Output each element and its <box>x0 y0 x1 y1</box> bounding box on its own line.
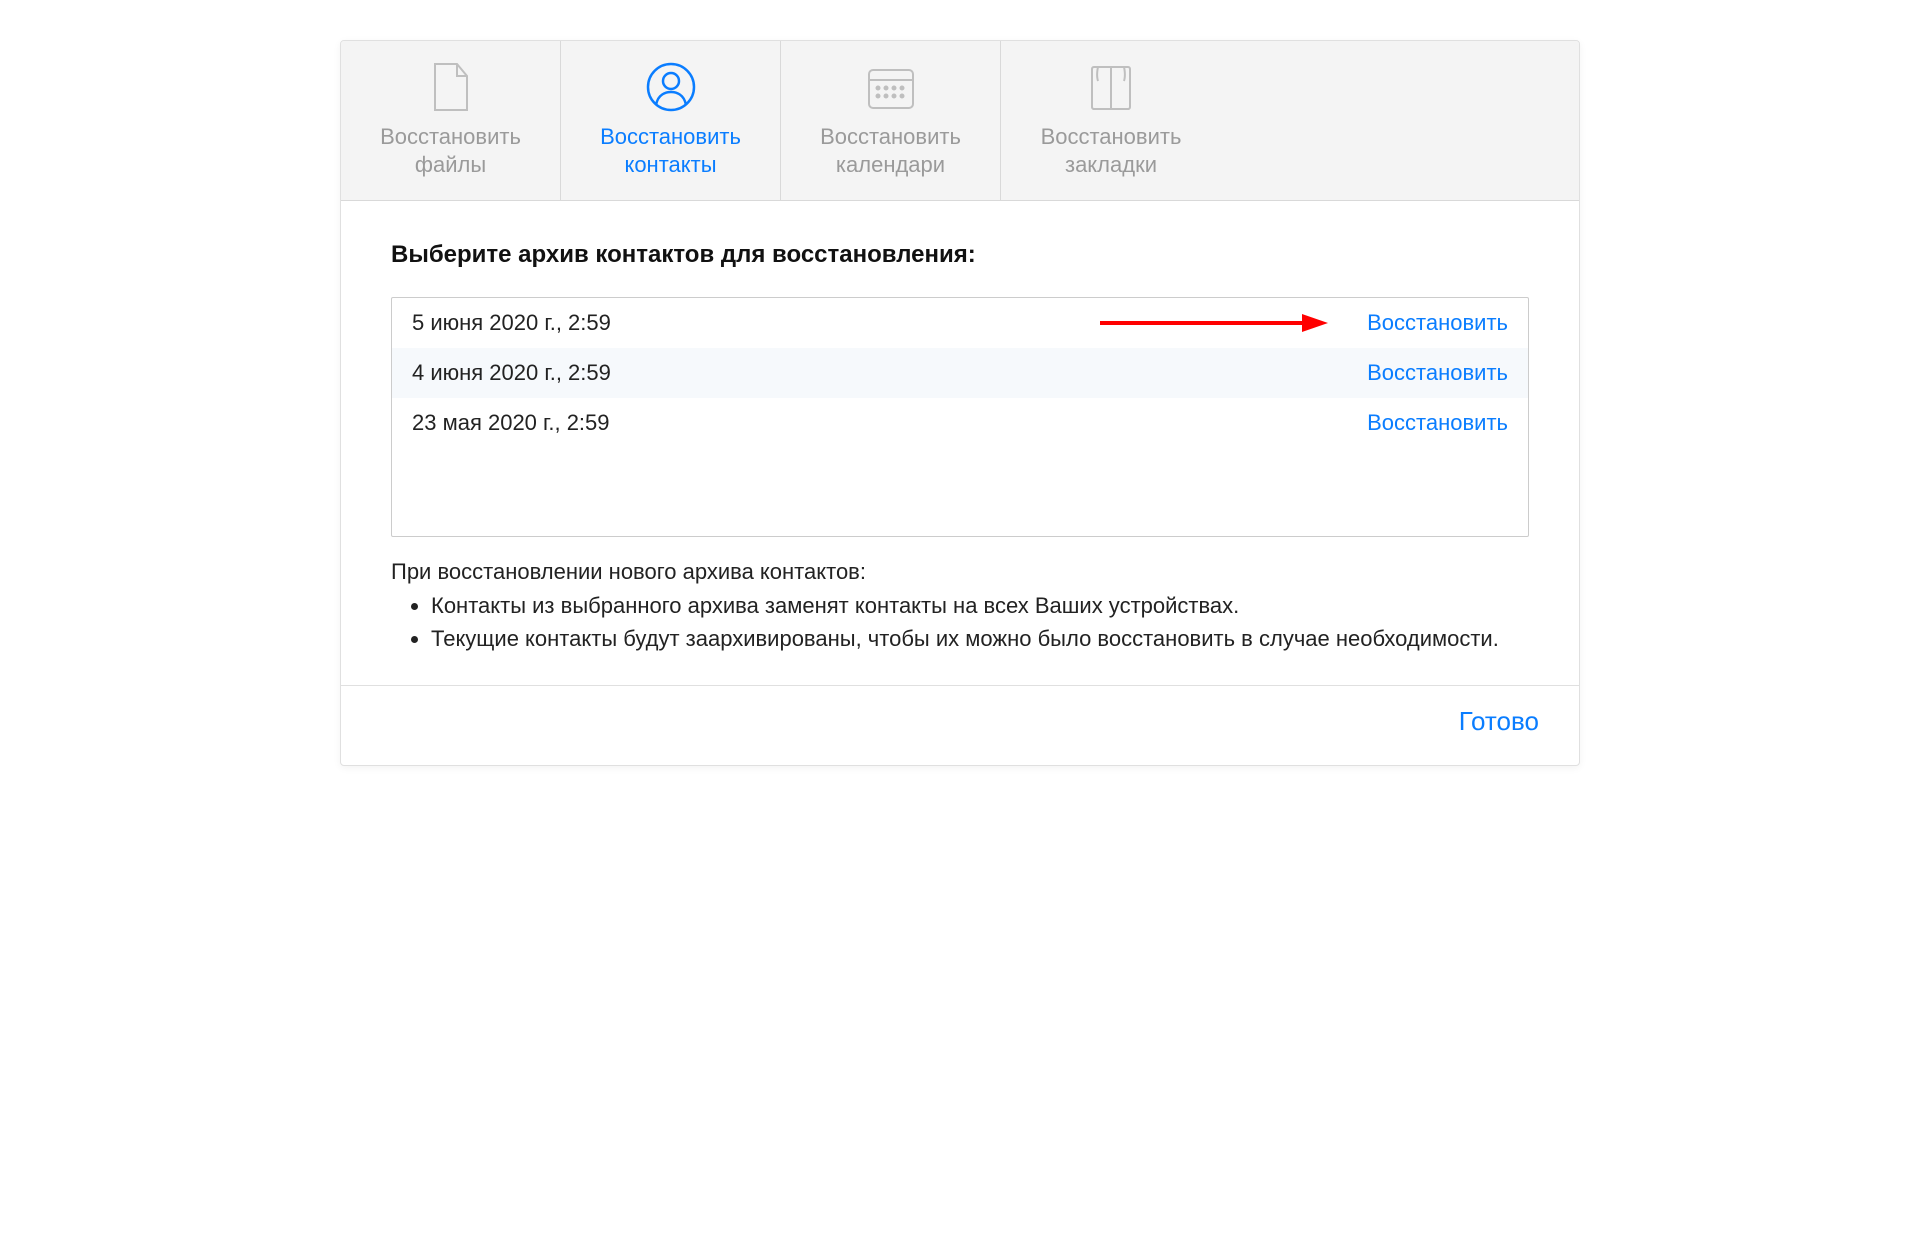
tab-label: Восстановить файлы <box>369 123 532 178</box>
archive-date: 5 июня 2020 г., 2:59 <box>412 310 611 336</box>
tab-restore-calendars[interactable]: Восстановить календари <box>781 41 1001 200</box>
archive-list: 5 июня 2020 г., 2:59 Восстановить 4 июня… <box>391 297 1529 537</box>
contact-icon <box>589 59 752 115</box>
notes-list: Контакты из выбранного архива заменят ко… <box>391 591 1529 655</box>
tab-label: Восстановить контакты <box>589 123 752 178</box>
archive-row[interactable]: 5 июня 2020 г., 2:59 Восстановить <box>392 298 1528 348</box>
note-item: Контакты из выбранного архива заменят ко… <box>431 591 1529 622</box>
tabs-bar: Восстановить файлы Восстановить контакты <box>341 41 1579 201</box>
tab-label: Восстановить календари <box>809 123 972 178</box>
archive-date: 23 мая 2020 г., 2:59 <box>412 410 610 436</box>
archive-row[interactable]: 4 июня 2020 г., 2:59 Восстановить <box>392 348 1528 398</box>
done-button[interactable]: Готово <box>1459 706 1539 737</box>
dialog-footer: Готово <box>341 685 1579 765</box>
restore-link[interactable]: Восстановить <box>1367 310 1508 336</box>
tab-restore-files[interactable]: Восстановить файлы <box>341 41 561 200</box>
archive-date: 4 июня 2020 г., 2:59 <box>412 360 611 386</box>
archive-row[interactable]: 23 мая 2020 г., 2:59 Восстановить <box>392 398 1528 448</box>
notes-title: При восстановлении нового архива контакт… <box>391 559 1529 585</box>
calendar-icon <box>809 59 972 115</box>
dialog-content: Выберите архив контактов для восстановле… <box>341 201 1579 685</box>
bookmark-icon <box>1029 59 1193 115</box>
tab-restore-contacts[interactable]: Восстановить контакты <box>561 41 781 200</box>
tab-restore-bookmarks[interactable]: Восстановить закладки <box>1001 41 1221 200</box>
restore-link[interactable]: Восстановить <box>1367 360 1508 386</box>
restore-link[interactable]: Восстановить <box>1367 410 1508 436</box>
note-item: Текущие контакты будут заархивированы, ч… <box>431 624 1529 655</box>
tab-label: Восстановить закладки <box>1029 123 1193 178</box>
restore-dialog: Восстановить файлы Восстановить контакты <box>340 40 1580 766</box>
file-icon <box>369 59 532 115</box>
red-arrow-annotation <box>1098 310 1328 336</box>
content-heading: Выберите архив контактов для восстановле… <box>391 241 1529 269</box>
